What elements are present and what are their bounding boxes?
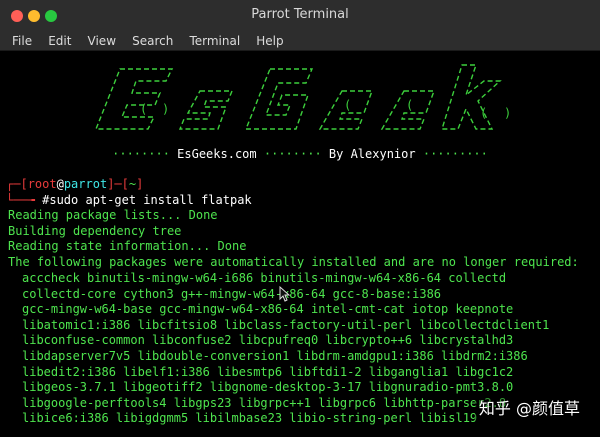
menu-help[interactable]: Help (245, 31, 283, 51)
terminal-content[interactable]: () ( ( () ········ EsGeeks.com ········ B… (0, 51, 600, 437)
menu-edit[interactable]: Edit (37, 31, 71, 51)
svg-text:): ) (162, 102, 169, 116)
command-text: sudo apt-get install flatpak (49, 192, 252, 207)
package-line: libdapserver7v5 libdouble-conversion1 li… (22, 348, 528, 363)
window-title: Parrot Terminal (251, 7, 349, 22)
mouse-pointer-icon (279, 286, 290, 302)
prompt-corner-top: ┌─[ (6, 177, 28, 191)
credit-site: EsGeeks.com (177, 147, 257, 161)
package-line: gcc-mingw-w64-base gcc-mingw-w64-x86-64 … (22, 302, 514, 317)
prompt-host: parrot (63, 177, 108, 191)
credit-dots: ········ (263, 147, 322, 161)
package-line: acccheck binutils-mingw-w64-i686 binutil… (22, 271, 507, 285)
menu-view[interactable]: View (77, 31, 116, 51)
package-line: libgeos-3.7.1 libgeotiff2 libgnome-deskt… (22, 380, 514, 395)
package-line: libconfuse-common libconfuse2 libcpufreq… (22, 333, 514, 348)
prompt-corner-bottom: └──╼ (6, 192, 43, 207)
output-line: Reading state information... Done (8, 239, 247, 254)
banner-credit: ········ EsGeeks.com ········ By Alexyni… (0, 147, 600, 163)
prompt-close: ] (136, 177, 144, 191)
svg-text:(: ( (140, 102, 147, 116)
svg-text:(: ( (344, 98, 351, 112)
esgeeks-ascii-logo: () ( ( () (94, 64, 511, 130)
output-line: The following packages were automaticall… (8, 254, 579, 269)
menu-terminal[interactable]: Terminal (178, 31, 240, 51)
menu-bar: File Edit View Search Terminal Help (0, 30, 600, 51)
output-line: Building dependency tree (8, 223, 182, 238)
credit-dots: ········· (422, 147, 488, 161)
package-line: libatomic1:i386 libcfitsio8 libclass-fac… (22, 317, 550, 332)
package-line: libedit2:i386 libelf1:i386 libesmtp6 lib… (22, 364, 514, 379)
menu-file[interactable]: File (0, 31, 32, 51)
command-output: Reading package lists... Done Building de… (8, 208, 579, 270)
output-line: Reading package lists... Done (8, 208, 218, 222)
package-line: libgoogle-perftools4 libgps23 libgrpc++1… (22, 395, 507, 410)
credit-author: By Alexynior (328, 147, 416, 161)
svg-text:): ) (504, 106, 511, 120)
package-line: libice6:i386 libigdgmm5 libilmbase23 lib… (22, 411, 478, 426)
terminal-window: Parrot Terminal File Edit View Search Te… (0, 0, 600, 437)
prompt-sep: ]─[ (107, 177, 129, 191)
menu-search[interactable]: Search (121, 31, 173, 51)
credit-dots: ········ (112, 147, 170, 161)
zhihu-watermark: 知乎 @颜值草 (474, 393, 584, 421)
shell-prompt: ┌─[root@parrot]─[~] └──╼ #sudo apt-get i… (6, 177, 252, 208)
title-bar[interactable]: Parrot Terminal (0, 0, 600, 30)
prompt-at: @ (56, 177, 64, 191)
svg-text:(: ( (406, 98, 413, 112)
prompt-user: root (27, 177, 57, 191)
svg-text:(: ( (480, 106, 487, 120)
